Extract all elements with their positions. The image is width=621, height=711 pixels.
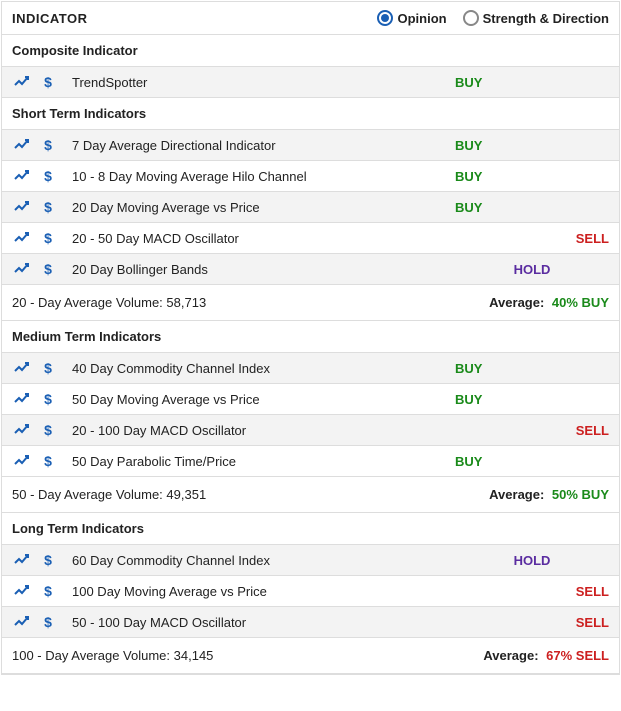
dollar-icon[interactable]: $: [38, 583, 58, 599]
radio-opinion[interactable]: Opinion: [377, 10, 446, 26]
indicator-row: $100 Day Moving Average vs PriceSELL: [2, 576, 619, 607]
radio-label: Strength & Direction: [483, 11, 609, 26]
chart-icon[interactable]: [12, 138, 32, 152]
dollar-icon[interactable]: $: [38, 199, 58, 215]
indicator-row: $20 - 100 Day MACD OscillatorSELL: [2, 415, 619, 446]
group-title: Composite Indicator: [12, 43, 138, 58]
avg-signal: Average: 50% BUY: [489, 487, 609, 502]
group-header: Long Term Indicators: [2, 513, 619, 545]
radio-icon: [463, 10, 479, 26]
signal-value: HOLD: [449, 262, 609, 277]
avg-label: Average:: [483, 648, 538, 663]
chart-icon[interactable]: [12, 262, 32, 276]
indicator-row: $50 - 100 Day MACD OscillatorSELL: [2, 607, 619, 638]
indicator-row: $50 Day Moving Average vs PriceBUY: [2, 384, 619, 415]
avg-value: 67% SELL: [543, 648, 609, 663]
avg-label: Average:: [489, 295, 544, 310]
avg-volume-label: 50 - Day Average Volume: 49,351: [12, 487, 489, 502]
indicator-row: $40 Day Commodity Channel IndexBUY: [2, 353, 619, 384]
avg-volume-label: 20 - Day Average Volume: 58,713: [12, 295, 489, 310]
signal-value: SELL: [449, 423, 609, 438]
group-title: Long Term Indicators: [12, 521, 144, 536]
chart-icon[interactable]: [12, 231, 32, 245]
avg-volume-label: 100 - Day Average Volume: 34,145: [12, 648, 483, 663]
dollar-icon[interactable]: $: [38, 230, 58, 246]
group-header: Short Term Indicators: [2, 98, 619, 130]
group-summary: 50 - Day Average Volume: 49,351Average: …: [2, 477, 619, 513]
indicator-name: 50 - 100 Day MACD Oscillator: [58, 615, 449, 630]
dollar-icon[interactable]: $: [38, 453, 58, 469]
chart-icon[interactable]: [12, 169, 32, 183]
chart-icon[interactable]: [12, 200, 32, 214]
dollar-icon[interactable]: $: [38, 261, 58, 277]
signal-value: BUY: [449, 361, 609, 376]
dollar-icon[interactable]: $: [38, 360, 58, 376]
group-title: Medium Term Indicators: [12, 329, 161, 344]
signal-value: BUY: [449, 392, 609, 407]
indicator-name: 40 Day Commodity Channel Index: [58, 361, 449, 376]
chart-icon[interactable]: [12, 392, 32, 406]
indicator-name: 7 Day Average Directional Indicator: [58, 138, 449, 153]
group-header: Medium Term Indicators: [2, 321, 619, 353]
dollar-icon[interactable]: $: [38, 422, 58, 438]
group-summary: 20 - Day Average Volume: 58,713Average: …: [2, 285, 619, 321]
signal-value: HOLD: [449, 553, 609, 568]
indicator-row: $TrendSpotterBUY: [2, 67, 619, 98]
chart-icon[interactable]: [12, 361, 32, 375]
signal-value: BUY: [449, 454, 609, 469]
chart-icon[interactable]: [12, 584, 32, 598]
indicator-row: $10 - 8 Day Moving Average Hilo ChannelB…: [2, 161, 619, 192]
indicator-row: $50 Day Parabolic Time/PriceBUY: [2, 446, 619, 477]
signal-value: BUY: [449, 75, 609, 90]
signal-value: SELL: [449, 615, 609, 630]
dollar-icon[interactable]: $: [38, 74, 58, 90]
indicator-row: $60 Day Commodity Channel IndexHOLD: [2, 545, 619, 576]
indicator-name: 60 Day Commodity Channel Index: [58, 553, 449, 568]
group-header: Composite Indicator: [2, 35, 619, 67]
signal-value: BUY: [449, 138, 609, 153]
avg-value: 40% BUY: [548, 295, 609, 310]
chart-icon[interactable]: [12, 423, 32, 437]
indicator-name: 20 - 100 Day MACD Oscillator: [58, 423, 449, 438]
view-radio-group: Opinion Strength & Direction: [377, 10, 609, 26]
indicator-name: 10 - 8 Day Moving Average Hilo Channel: [58, 169, 449, 184]
dollar-icon[interactable]: $: [38, 391, 58, 407]
indicator-name: TrendSpotter: [58, 75, 449, 90]
radio-icon: [377, 10, 393, 26]
avg-value: 50% BUY: [548, 487, 609, 502]
indicator-name: 20 Day Bollinger Bands: [58, 262, 449, 277]
signal-value: BUY: [449, 200, 609, 215]
indicator-name: 50 Day Moving Average vs Price: [58, 392, 449, 407]
radio-strength-direction[interactable]: Strength & Direction: [463, 10, 609, 26]
chart-icon[interactable]: [12, 75, 32, 89]
signal-value: SELL: [449, 231, 609, 246]
chart-icon[interactable]: [12, 615, 32, 629]
indicator-name: 20 Day Moving Average vs Price: [58, 200, 449, 215]
radio-label: Opinion: [397, 11, 446, 26]
panel-header: INDICATOR Opinion Strength & Direction: [2, 2, 619, 35]
dollar-icon[interactable]: $: [38, 552, 58, 568]
signal-value: SELL: [449, 584, 609, 599]
indicator-name: 50 Day Parabolic Time/Price: [58, 454, 449, 469]
dollar-icon[interactable]: $: [38, 614, 58, 630]
group-summary: 100 - Day Average Volume: 34,145Average:…: [2, 638, 619, 674]
indicator-name: 100 Day Moving Average vs Price: [58, 584, 449, 599]
avg-signal: Average: 67% SELL: [483, 648, 609, 663]
signal-value: BUY: [449, 169, 609, 184]
indicator-row: $20 Day Bollinger BandsHOLD: [2, 254, 619, 285]
indicator-row: $20 - 50 Day MACD OscillatorSELL: [2, 223, 619, 254]
indicator-row: $7 Day Average Directional IndicatorBUY: [2, 130, 619, 161]
dollar-icon[interactable]: $: [38, 168, 58, 184]
dollar-icon[interactable]: $: [38, 137, 58, 153]
indicator-name: 20 - 50 Day MACD Oscillator: [58, 231, 449, 246]
avg-label: Average:: [489, 487, 544, 502]
chart-icon[interactable]: [12, 553, 32, 567]
group-title: Short Term Indicators: [12, 106, 146, 121]
indicator-row: $20 Day Moving Average vs PriceBUY: [2, 192, 619, 223]
avg-signal: Average: 40% BUY: [489, 295, 609, 310]
indicator-panel: INDICATOR Opinion Strength & Direction C…: [1, 1, 620, 675]
chart-icon[interactable]: [12, 454, 32, 468]
header-title: INDICATOR: [12, 11, 377, 26]
